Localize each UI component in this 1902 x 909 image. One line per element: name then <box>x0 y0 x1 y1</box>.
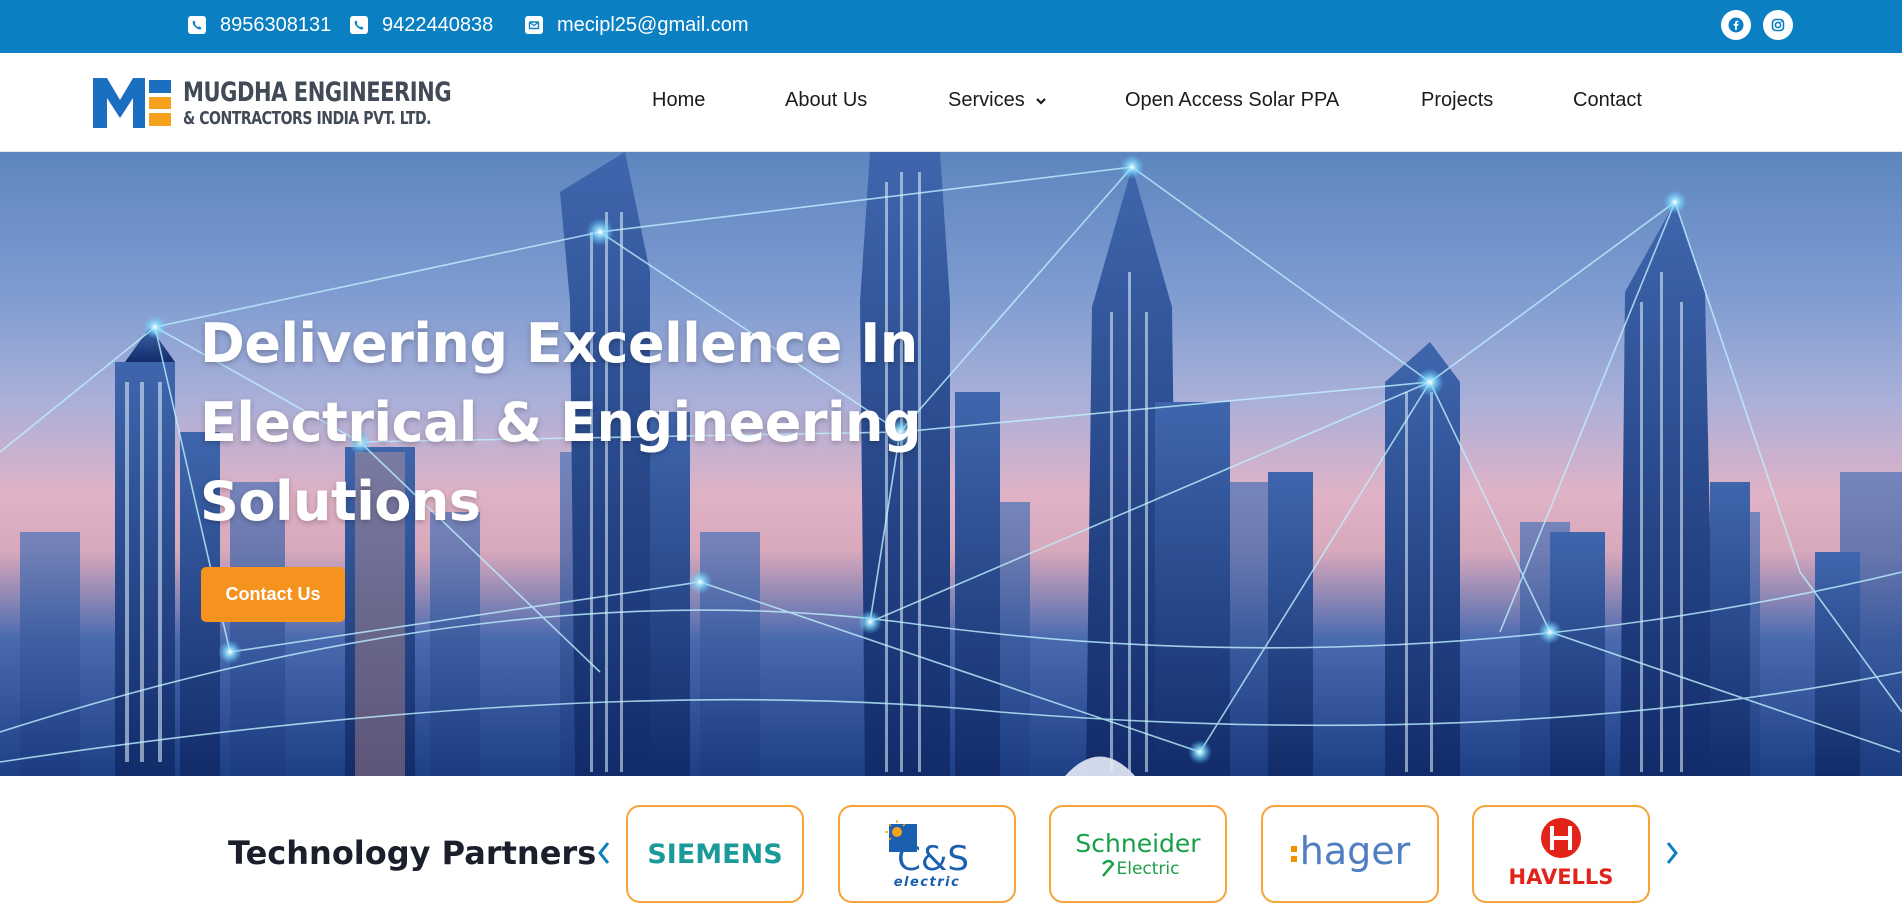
logo-mark-icon <box>93 78 171 128</box>
logo-text: MUGDHA ENGINEERING & CONTRACTORS INDIA P… <box>183 76 452 129</box>
partners-title: Technology Partners <box>228 834 597 872</box>
nav-contact[interactable]: Contact <box>1573 89 1642 112</box>
chevron-left-icon <box>598 842 610 864</box>
havells-logo-text: HAVELLS <box>1509 865 1614 889</box>
email-icon <box>525 16 543 34</box>
siemens-logo: SIEMENS <box>647 839 782 870</box>
instagram-icon <box>1771 18 1785 32</box>
logo-line-2: & CONTRACTORS INDIA PVT. LTD. <box>183 107 432 129</box>
technology-partners-section: Technology Partners SIEMENS C&S electric… <box>0 776 1902 909</box>
phone-icon <box>188 16 206 34</box>
phone-2-link[interactable]: 9422440838 <box>350 0 493 50</box>
top-contact-bar: 8956308131 9422440838 mecipl25@gmail.com <box>0 0 1902 53</box>
havells-logo: HAVELLS <box>1509 818 1614 889</box>
chevron-down-icon <box>1035 97 1046 105</box>
cs-electric-logo: C&S electric <box>885 820 969 890</box>
nav-home[interactable]: Home <box>652 89 705 112</box>
nav-services-label: Services <box>948 89 1025 111</box>
schneider-electric-logo: Schneider Electric <box>1075 829 1201 879</box>
email-text: mecipl25@gmail.com <box>557 13 749 36</box>
email-link[interactable]: mecipl25@gmail.com <box>525 0 748 50</box>
chevron-right-icon <box>1666 842 1678 864</box>
hero-title-line-1: Delivering Excellence In <box>200 312 918 375</box>
schneider-logo-text: Schneider <box>1075 829 1201 858</box>
partner-logo-schneider-electric[interactable]: Schneider Electric <box>1049 805 1227 903</box>
nav-about-us[interactable]: About Us <box>785 89 867 112</box>
contact-us-button[interactable]: Contact Us <box>201 567 345 622</box>
siemens-logo-text: SIEMENS <box>647 839 782 870</box>
site-header: MUGDHA ENGINEERING & CONTRACTORS INDIA P… <box>0 53 1902 152</box>
carousel-next-button[interactable] <box>1660 838 1684 868</box>
partner-logo-havells[interactable]: HAVELLS <box>1472 805 1650 903</box>
hero-banner: Delivering Excellence In Electrical & En… <box>0 152 1902 776</box>
company-logo[interactable]: MUGDHA ENGINEERING & CONTRACTORS INDIA P… <box>93 77 527 129</box>
facebook-link[interactable] <box>1721 10 1751 40</box>
phone-1-link[interactable]: 8956308131 <box>188 0 331 50</box>
hager-logo: hager <box>1291 829 1411 873</box>
hero-title-line-2: Electrical & Engineering <box>200 391 922 454</box>
facebook-icon <box>1728 17 1744 33</box>
cs-logo-subtext: electric <box>894 875 961 890</box>
hero-title-line-3: Solutions <box>200 470 481 533</box>
partner-logo-siemens[interactable]: SIEMENS <box>626 805 804 903</box>
nav-projects[interactable]: Projects <box>1421 89 1493 112</box>
instagram-link[interactable] <box>1763 10 1793 40</box>
phone-icon <box>350 16 368 34</box>
partner-logo-cs-electric[interactable]: C&S electric <box>838 805 1016 903</box>
hager-logo-text: hager <box>1300 829 1411 873</box>
nav-services[interactable]: Services <box>948 89 1047 112</box>
phone-2-text: 9422440838 <box>382 13 494 36</box>
hero-title: Delivering Excellence In Electrical & En… <box>200 304 960 541</box>
phone-1-text: 8956308131 <box>220 13 332 36</box>
carousel-prev-button[interactable] <box>592 838 616 868</box>
schneider-logo-subtext: Electric <box>1117 859 1180 879</box>
partner-logo-hager[interactable]: hager <box>1261 805 1439 903</box>
nav-open-access-solar-ppa[interactable]: Open Access Solar PPA <box>1125 89 1339 112</box>
cs-logo-text: C&S <box>897 839 969 879</box>
logo-line-1: MUGDHA ENGINEERING <box>183 76 452 108</box>
